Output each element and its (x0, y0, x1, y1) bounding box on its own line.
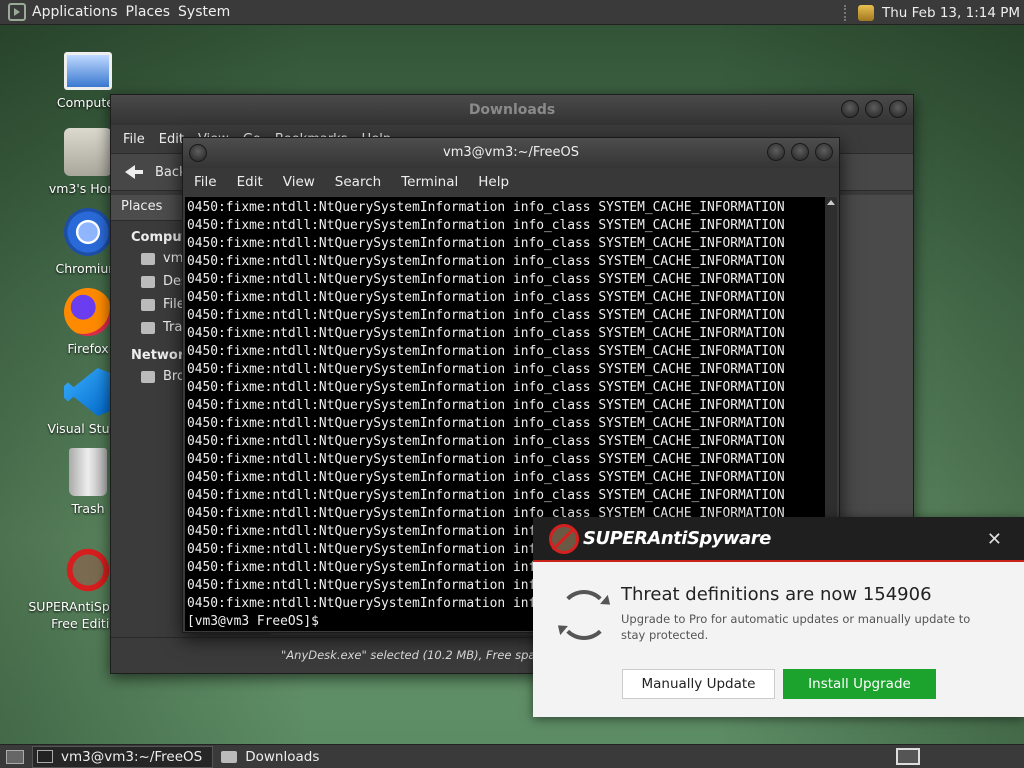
taskbar-item-label: vm3@vm3:~/FreeOS (61, 748, 203, 765)
close-button[interactable] (889, 100, 907, 118)
home-folder-icon (64, 128, 112, 176)
menu-file[interactable]: File (123, 132, 145, 147)
terminal-line: 0450:fixme:ntdll:NtQuerySystemInformatio… (187, 326, 785, 341)
vscode-icon (64, 368, 112, 416)
window-title: Downloads (468, 102, 556, 118)
file-manager-titlebar[interactable]: Downloads (111, 95, 913, 125)
top-panel: Applications Places System Thu Feb 13, 1… (0, 0, 1024, 25)
network-icon (141, 370, 155, 383)
window-title: vm3@vm3:~/FreeOS (443, 145, 579, 160)
superantispyware-notification: SUPERAntiSpyware ✕ Threat definitions ar… (533, 517, 1024, 717)
terminal-line: 0450:fixme:ntdll:NtQuerySystemInformatio… (187, 434, 785, 449)
superantispyware-logo-icon (549, 523, 579, 554)
notification-text: Upgrade to Pro for automatic updates or … (621, 612, 971, 642)
terminal-icon (37, 750, 53, 763)
bottom-panel: vm3@vm3:~/FreeOS Downloads (0, 744, 1024, 768)
menu-search[interactable]: Search (335, 174, 381, 190)
top-menu-applications[interactable]: Applications (32, 4, 126, 20)
show-desktop-icon[interactable] (6, 749, 24, 764)
terminal-line: 0450:fixme:ntdll:NtQuerySystemInformatio… (187, 272, 785, 287)
terminal-line: 0450:fixme:ntdll:NtQuerySystemInformatio… (187, 470, 785, 485)
notification-actions: Manually Update Install Upgrade (622, 669, 936, 699)
trash-icon (69, 448, 107, 496)
terminal-line: 0450:fixme:ntdll:NtQuerySystemInformatio… (187, 488, 785, 503)
terminal-line: 0450:fixme:ntdll:NtQuerySystemInformatio… (187, 290, 785, 305)
notification-header: SUPERAntiSpyware ✕ (533, 517, 1024, 562)
window-menu-button[interactable] (189, 144, 207, 162)
notification-heading: Threat definitions are now 154906 (621, 584, 932, 605)
drive-icon (141, 298, 155, 311)
superantispyware-icon (64, 546, 112, 594)
terminal-line: 0450:fixme:ntdll:NtQuerySystemInformatio… (187, 362, 785, 377)
terminal-line: 0450:fixme:ntdll:NtQuerySystemInformatio… (187, 200, 785, 215)
menu-edit[interactable]: Edit (237, 174, 263, 190)
back-arrow-icon[interactable] (123, 162, 143, 182)
brand-name: SUPERAntiSpyware (583, 528, 771, 549)
terminal-line: 0450:fixme:ntdll:NtQuerySystemInformatio… (187, 218, 785, 233)
menu-file[interactable]: File (194, 174, 217, 190)
close-icon[interactable]: ✕ (987, 529, 1002, 550)
terminal-line: 0450:fixme:ntdll:NtQuerySystemInformatio… (187, 236, 785, 251)
folder-icon (221, 750, 238, 763)
maximize-button[interactable] (865, 100, 883, 118)
desktop-icon (141, 275, 155, 288)
home-icon (141, 252, 155, 265)
manually-update-button[interactable]: Manually Update (622, 669, 775, 699)
install-upgrade-button[interactable]: Install Upgrade (783, 669, 936, 699)
scroll-up-arrow-icon[interactable] (826, 197, 836, 207)
taskbar-item-label: Downloads (245, 748, 320, 765)
terminal-line: 0450:fixme:ntdll:NtQuerySystemInformatio… (187, 254, 785, 269)
system-tray: Thu Feb 13, 1:14 PM (844, 0, 1020, 25)
panel-handle-icon (844, 4, 852, 21)
trash-icon (141, 321, 155, 334)
menu-view[interactable]: View (283, 174, 315, 190)
minimize-button[interactable] (841, 100, 859, 118)
update-notifier-icon[interactable] (858, 4, 874, 21)
computer-icon (64, 52, 112, 90)
terminal-line: 0450:fixme:ntdll:NtQuerySystemInformatio… (187, 308, 785, 323)
workspace-switcher[interactable] (896, 748, 920, 765)
clock[interactable]: Thu Feb 13, 1:14 PM (882, 5, 1020, 21)
refresh-icon (559, 590, 609, 640)
terminal-line: 0450:fixme:ntdll:NtQuerySystemInformatio… (187, 452, 785, 467)
taskbar-item-downloads[interactable]: Downloads (217, 746, 329, 768)
top-menu-system[interactable]: System (178, 4, 238, 20)
terminal-titlebar[interactable]: vm3@vm3:~/FreeOS (183, 138, 839, 168)
chromium-icon (64, 208, 112, 256)
maximize-button[interactable] (791, 143, 809, 161)
terminal-line: 0450:fixme:ntdll:NtQuerySystemInformatio… (187, 398, 785, 413)
firefox-icon (64, 288, 112, 336)
terminal-menubar: File Edit View Search Terminal Help (183, 168, 839, 196)
minimize-button[interactable] (767, 143, 785, 161)
notification-body: Threat definitions are now 154906 Upgrad… (533, 562, 1024, 672)
menu-terminal[interactable]: Terminal (401, 174, 458, 190)
terminal-line: 0450:fixme:ntdll:NtQuerySystemInformatio… (187, 344, 785, 359)
top-menu-places[interactable]: Places (126, 4, 179, 20)
menu-edit[interactable]: Edit (159, 132, 184, 147)
taskbar-item-terminal[interactable]: vm3@vm3:~/FreeOS (32, 745, 214, 768)
terminal-line: 0450:fixme:ntdll:NtQuerySystemInformatio… (187, 380, 785, 395)
menu-logo-icon[interactable] (8, 3, 26, 21)
terminal-line: 0450:fixme:ntdll:NtQuerySystemInformatio… (187, 416, 785, 431)
menu-help[interactable]: Help (478, 174, 509, 190)
close-button[interactable] (815, 143, 833, 161)
